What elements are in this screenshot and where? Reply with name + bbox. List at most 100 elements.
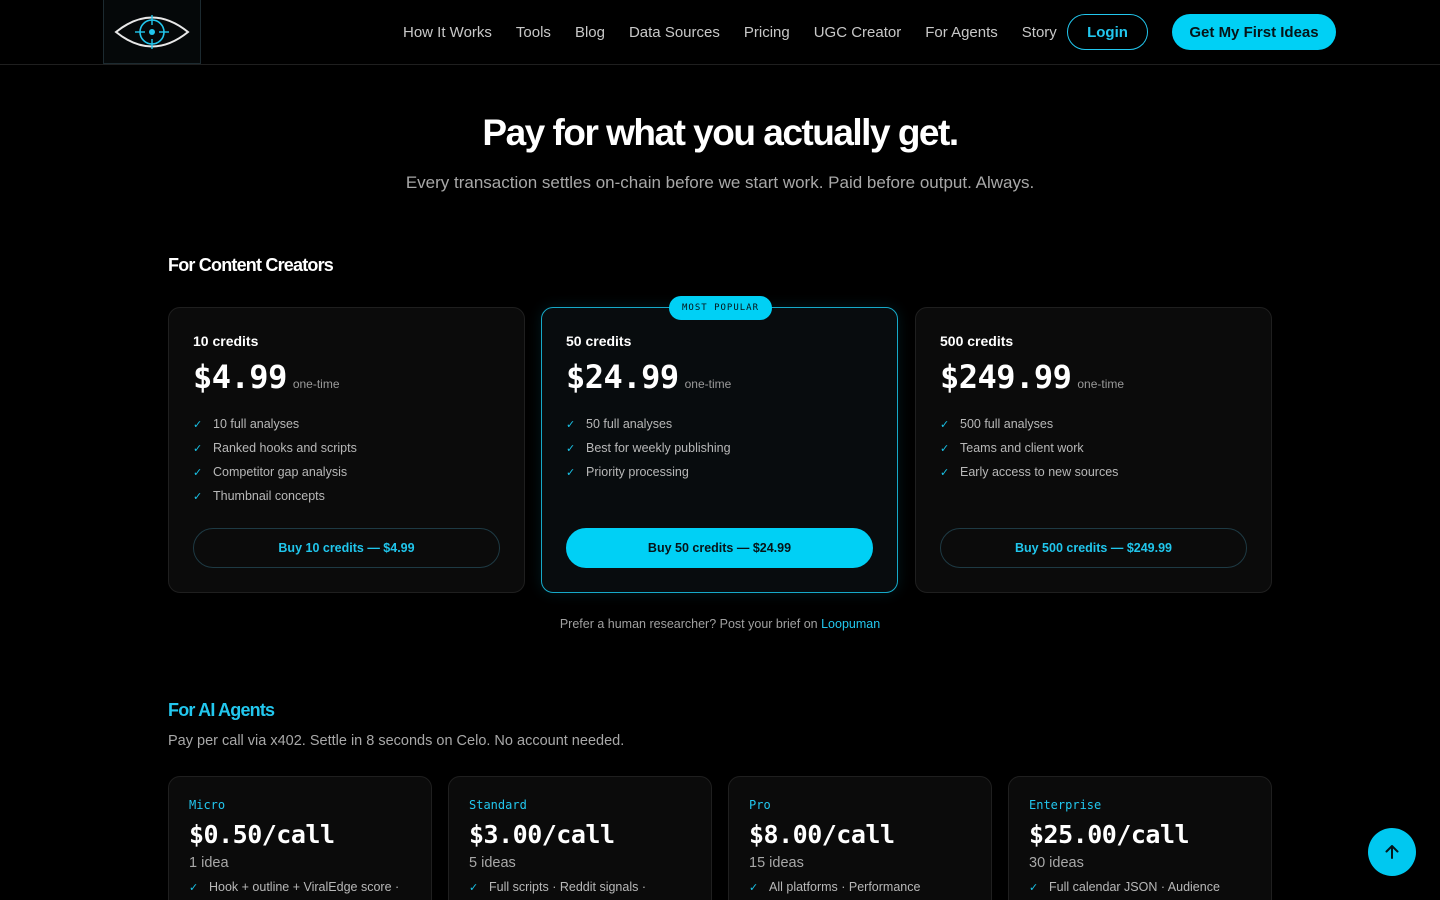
scroll-to-top-button[interactable]	[1368, 828, 1416, 876]
credit-card-10: 10 credits $4.99 one-time ✓ 10 full analy…	[168, 307, 525, 593]
eye-logo-icon	[114, 14, 190, 49]
check-icon: ✓	[566, 466, 576, 479]
feature-text: 500 full analyses	[960, 417, 1054, 431]
nav-tools[interactable]: Tools	[516, 24, 551, 41]
check-icon: ✓	[193, 466, 203, 479]
nav-blog[interactable]: Blog	[575, 24, 605, 41]
feature-text: Priority processing	[586, 465, 689, 479]
tier-name: Enterprise	[1029, 798, 1102, 812]
check-icon: ✓	[940, 418, 950, 431]
buy-10-credits-button[interactable]: Buy 10 credits — $4.99	[193, 528, 500, 568]
card-price: $24.99	[566, 358, 679, 396]
feature-item: ✓ Competitor gap analysis	[193, 460, 500, 484]
arrow-up-icon	[1385, 845, 1399, 859]
feature-item: ✓ 500 full analyses	[940, 412, 1247, 436]
feature-item: ✓ 10 full analyses	[193, 412, 500, 436]
feature-list: ✓ 500 full analyses ✓ Teams and client wor…	[940, 412, 1247, 484]
tier-ideas: 15 ideas	[749, 855, 804, 871]
feature-list: ✓ 50 full analyses ✓ Best for weekly publi…	[566, 412, 873, 484]
page-subtitle: Every transaction settles on-chain befor…	[405, 173, 1035, 192]
price-note: one-time	[292, 377, 340, 391]
buy-50-credits-button[interactable]: Buy 50 credits — $24.99	[566, 528, 873, 568]
feature-list: ✓ 10 full analyses ✓ Ranked hooks and scri…	[193, 412, 500, 508]
feature-text: 50 full analyses	[586, 417, 673, 431]
check-icon: ✓	[193, 490, 203, 503]
creators-section-title: For Content Creators	[168, 255, 334, 275]
get-first-ideas-button[interactable]: Get My First Ideas	[1172, 14, 1336, 50]
feature-item: ✓ Priority processing	[566, 460, 873, 484]
human-researcher-note: Prefer a human researcher? Post your bri…	[0, 617, 1440, 631]
credit-card-500: 500 credits $249.99 one-time ✓ 500 full a…	[915, 307, 1272, 593]
feature-text: Early access to new sources	[960, 465, 1119, 479]
nav-how-it-works[interactable]: How It Works	[403, 24, 492, 41]
check-icon: ✓	[566, 442, 576, 455]
most-popular-badge: MOST POPULAR	[669, 296, 772, 320]
tier-ideas: 5 ideas	[469, 855, 516, 871]
feature-item: ✓ Early access to new sources	[940, 460, 1247, 484]
agent-card-standard: Standard $3.00/call 5 ideas ✓ Full script…	[448, 776, 712, 900]
check-icon: ✓	[566, 418, 576, 431]
check-icon: ✓	[193, 442, 203, 455]
check-icon: ✓	[189, 881, 199, 894]
nav-story[interactable]: Story	[1022, 24, 1057, 41]
feature-text: Full scripts · Reddit signals ·	[489, 880, 646, 894]
check-icon: ✓	[469, 881, 479, 894]
feature-item: ✓ Teams and client work	[940, 436, 1247, 460]
tier-feature: ✓ Full scripts · Reddit signals ·	[469, 880, 691, 894]
card-price: $249.99	[940, 358, 1072, 396]
feature-text: Full calendar JSON · Audience	[1049, 880, 1220, 894]
feature-text: All platforms · Performance	[769, 880, 921, 894]
tier-name: Pro	[749, 798, 771, 812]
tier-ideas: 30 ideas	[1029, 855, 1084, 871]
login-button[interactable]: Login	[1067, 14, 1148, 50]
tier-name: Micro	[189, 798, 226, 812]
tier-price: $0.50/call	[189, 820, 335, 849]
price-note: one-time	[684, 377, 732, 391]
feature-text: Ranked hooks and scripts	[213, 441, 357, 455]
nav-data-sources[interactable]: Data Sources	[629, 24, 720, 41]
tier-price: $8.00/call	[749, 820, 895, 849]
loopuman-link[interactable]: Loopuman	[821, 617, 880, 631]
site-header: How It Works Tools Blog Data Sources Pri…	[0, 0, 1440, 65]
check-icon: ✓	[940, 442, 950, 455]
card-name: 500 credits	[940, 333, 1014, 349]
feature-text: Best for weekly publishing	[586, 441, 731, 455]
check-icon: ✓	[193, 418, 203, 431]
note-text: Prefer a human researcher? Post your bri…	[559, 617, 818, 631]
feature-item: ✓ Thumbnail concepts	[193, 484, 500, 508]
tier-feature: ✓ Hook + outline + ViralEdge score ·	[189, 880, 411, 894]
nav-ugc-creator[interactable]: UGC Creator	[814, 24, 902, 41]
check-icon: ✓	[940, 466, 950, 479]
feature-item: ✓ Ranked hooks and scripts	[193, 436, 500, 460]
tier-ideas: 1 idea	[189, 855, 229, 871]
buy-500-credits-button[interactable]: Buy 500 credits — $249.99	[940, 528, 1247, 568]
agents-subtitle: Pay per call via x402. Settle in 8 secon…	[168, 733, 625, 749]
price-row: $24.99 one-time	[566, 358, 873, 396]
nav-for-agents[interactable]: For Agents	[925, 24, 998, 41]
feature-text: Hook + outline + ViralEdge score ·	[209, 880, 400, 894]
price-note: one-time	[1077, 377, 1125, 391]
tier-feature: ✓ Full calendar JSON · Audience	[1029, 880, 1251, 894]
agents-section-title: For AI Agents	[168, 700, 275, 720]
agent-card-pro: Pro $8.00/call 15 ideas ✓ All platforms ·…	[728, 776, 992, 900]
page-title: Pay for what you actually get.	[482, 112, 959, 153]
tier-feature: ✓ All platforms · Performance	[749, 880, 971, 894]
credit-card-50: MOST POPULAR 50 credits $24.99 one-time …	[541, 296, 898, 593]
card-name: 10 credits	[193, 333, 259, 349]
feature-text: Competitor gap analysis	[213, 465, 348, 479]
nav-pricing[interactable]: Pricing	[744, 24, 790, 41]
logo[interactable]	[103, 0, 201, 64]
agent-card-micro: Micro $0.50/call 1 idea ✓ Hook + outline …	[168, 776, 432, 900]
agent-card-enterprise: Enterprise $25.00/call 30 ideas ✓ Full ca…	[1008, 776, 1272, 900]
tier-price: $3.00/call	[469, 820, 615, 849]
feature-text: Thumbnail concepts	[213, 489, 325, 503]
card-name: 50 credits	[566, 333, 632, 349]
feature-text: 10 full analyses	[213, 417, 300, 431]
card-price: $4.99	[193, 358, 287, 396]
price-row: $249.99 one-time	[940, 358, 1247, 396]
check-icon: ✓	[1029, 881, 1039, 894]
feature-text: Teams and client work	[960, 441, 1084, 455]
tier-price: $25.00/call	[1029, 820, 1190, 849]
check-icon: ✓	[749, 881, 759, 894]
main-nav: How It Works Tools Blog Data Sources Pri…	[391, 0, 1069, 64]
